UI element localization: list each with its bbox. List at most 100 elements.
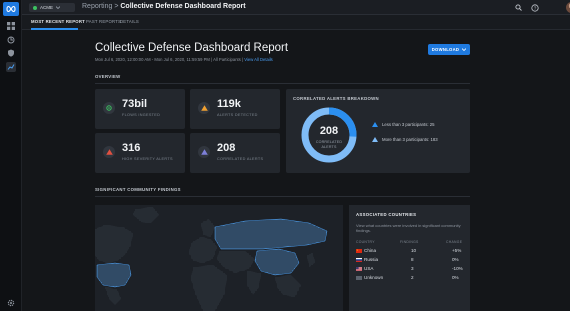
svg-text:?: ?: [533, 5, 536, 10]
findings-heading: SIGNIFICANT COMMUNITY FINDINGS: [95, 187, 181, 192]
app-logo[interactable]: [3, 2, 19, 16]
findings-count: 10: [411, 248, 417, 253]
change-value: 0%: [452, 275, 459, 280]
infinity-icon: [6, 5, 16, 13]
legend-label: Less than 3 participants: 25: [382, 122, 435, 127]
column-header-findings[interactable]: FINDINGS: [400, 240, 419, 244]
org-selector[interactable]: ACME: [29, 3, 75, 12]
date-range-text: Mon Jul 6, 2020, 12:00:00 AM - Mon Jul 6…: [95, 57, 244, 62]
correlated-total-label: CORRELATED ALERTS: [300, 140, 358, 149]
region-africa: [191, 265, 227, 311]
tab-bar: MOST RECENT REPORT PAST REPORTS DETAILS: [22, 15, 570, 30]
table-row[interactable]: Unknown 2 0%: [356, 275, 464, 284]
change-value: +5%: [452, 248, 462, 253]
org-label: ACME: [40, 5, 54, 10]
chevron-down-icon: [56, 6, 61, 9]
region-se-asia: [275, 275, 301, 297]
stat-value: 119k: [217, 98, 241, 110]
unknown-flag-icon: [356, 276, 362, 280]
change-value: -10%: [452, 266, 463, 271]
findings-count: 8: [411, 257, 414, 262]
dashboard-icon[interactable]: [6, 21, 16, 31]
stat-card-high-severity: 316 HIGH SEVERITY ALERTS: [95, 133, 185, 173]
region-scandinavia: [201, 219, 215, 237]
stat-label: CORRELATED ALERTS: [217, 157, 264, 161]
correlated-total: 208: [319, 125, 339, 137]
triangle-icon: [372, 122, 378, 127]
download-button[interactable]: DOWNLOAD: [428, 44, 470, 55]
findings-count: 3: [411, 266, 414, 271]
sidebar: [0, 0, 22, 311]
flows-icon: [103, 102, 115, 114]
tab-past-reports[interactable]: PAST REPORTS: [86, 19, 121, 24]
warning-icon: [198, 102, 210, 114]
detections-icon[interactable]: [6, 35, 16, 45]
triangle-icon: [372, 137, 378, 142]
stat-card-alerts: 119k ALERTS DETECTED: [190, 89, 280, 129]
legend-label: More than 3 participants: 183: [382, 137, 438, 142]
section-divider: [95, 196, 470, 197]
country-name: Russia: [364, 257, 379, 262]
stat-label: HIGH SEVERITY ALERTS: [122, 157, 173, 161]
status-dot: [33, 5, 37, 10]
active-tab-indicator: [31, 28, 78, 30]
legend-item: More than 3 participants: 183: [372, 137, 438, 142]
correlated-alerts-card: CORRELATED ALERTS BREAKDOWN 208 CORRELAT…: [286, 89, 470, 173]
world-map-svg: [95, 207, 328, 311]
stat-label: FLOWS INGESTED: [122, 113, 161, 117]
region-china: [254, 248, 300, 276]
legend-item: Less than 3 participants: 25: [372, 122, 435, 127]
help-icon[interactable]: ?: [530, 3, 539, 12]
region-central-asia: [217, 251, 255, 273]
associated-countries-card: ASSOCIATED COUNTRIES View what countries…: [349, 205, 470, 311]
change-value: 0%: [452, 257, 459, 262]
stat-value: 73bil: [122, 98, 148, 110]
settings-gear-icon[interactable]: [6, 298, 16, 308]
china-flag-icon: [356, 249, 362, 253]
high-severity-icon: [103, 146, 115, 158]
russia-flag-icon: [356, 258, 362, 262]
region-greenland: [133, 207, 159, 223]
avatar[interactable]: [566, 2, 570, 13]
stat-card-flows: 73bil FLOWS INGESTED: [95, 89, 185, 129]
total-label-line: ALERTS: [321, 144, 337, 149]
breadcrumb: Reporting > Collective Defense Dashboard…: [82, 3, 246, 10]
section-divider: [95, 83, 470, 84]
column-header-change[interactable]: CHANGE: [446, 240, 462, 244]
download-button-label: DOWNLOAD: [431, 47, 460, 52]
region-europe: [189, 237, 217, 263]
column-header-country[interactable]: COUNTRY: [356, 240, 375, 244]
tab-most-recent-report[interactable]: MOST RECENT REPORT: [31, 19, 85, 24]
region-russia: [214, 218, 328, 250]
table-row[interactable]: China 10 +5%: [356, 248, 464, 257]
chevron-down-icon: [462, 48, 467, 51]
overview-heading: OVERVIEW: [95, 74, 121, 79]
country-name: Unknown: [364, 275, 384, 280]
top-bar: ACME Reporting > Collective Defense Dash…: [22, 0, 570, 15]
usa-flag-icon: [356, 267, 362, 271]
breadcrumb-separator: >: [114, 3, 119, 10]
associated-countries-title: ASSOCIATED COUNTRIES: [356, 212, 417, 217]
table-row[interactable]: USA 3 -10%: [356, 266, 464, 275]
findings-count: 2: [411, 275, 414, 280]
search-icon[interactable]: [514, 3, 523, 12]
reporting-icon[interactable]: [6, 62, 16, 72]
breadcrumb-parent[interactable]: Reporting: [82, 3, 112, 10]
tab-details[interactable]: DETAILS: [120, 19, 139, 24]
breadcrumb-current: Collective Defense Dashboard Report: [120, 3, 246, 10]
shield-icon[interactable]: [6, 48, 16, 58]
stat-label: ALERTS DETECTED: [217, 113, 258, 117]
country-name: China: [364, 248, 377, 253]
view-all-details-link[interactable]: View All Details: [244, 57, 273, 62]
report-date-range: Mon Jul 6, 2020, 12:00:00 AM - Mon Jul 6…: [95, 57, 273, 62]
page-title: Collective Defense Dashboard Report: [95, 42, 289, 54]
table-row[interactable]: Russia 8 0%: [356, 257, 464, 266]
region-india: [247, 271, 261, 295]
region-central-america: [105, 287, 121, 305]
stat-value: 208: [217, 142, 236, 154]
stat-card-correlated: 208 CORRELATED ALERTS: [190, 133, 280, 173]
correlated-icon: [198, 146, 210, 158]
world-map[interactable]: [95, 205, 343, 311]
correlated-donut: 208 CORRELATED ALERTS: [300, 106, 358, 164]
associated-countries-description: View what countries were involved in sig…: [356, 223, 461, 233]
